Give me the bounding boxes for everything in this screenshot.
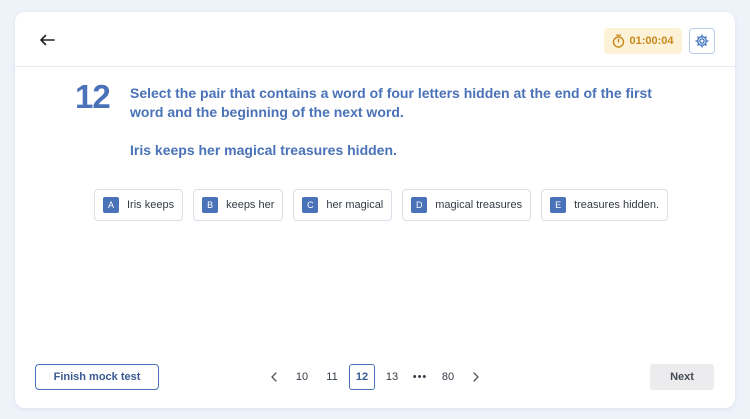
question-number: 12 — [75, 78, 111, 115]
page-80-button[interactable]: 80 — [435, 364, 461, 390]
answer-options: A Iris keeps B keeps her C her magical D… — [94, 189, 669, 221]
option-label: Iris keeps — [127, 199, 175, 211]
arrow-left-icon — [40, 34, 55, 46]
option-letter-badge: B — [202, 197, 219, 213]
option-e[interactable]: E treasures hidden. — [541, 189, 669, 221]
timer-value: 01:00:04 — [629, 35, 674, 47]
option-letter-badge: A — [103, 197, 119, 213]
option-letter-badge: C — [302, 197, 319, 213]
option-d[interactable]: D magical treasures — [402, 189, 532, 221]
timer-badge: 01:00:04 — [604, 28, 682, 54]
option-letter-badge: D — [411, 197, 428, 213]
pagination: 10 11 12 13 ••• 80 — [263, 364, 487, 390]
settings-button[interactable] — [689, 28, 715, 54]
option-label: her magical — [326, 199, 384, 211]
next-page-arrow-button[interactable] — [465, 364, 487, 390]
option-letter-badge: E — [550, 197, 567, 213]
page-13-button[interactable]: 13 — [379, 364, 405, 390]
page-10-button[interactable]: 10 — [289, 364, 315, 390]
pagination-ellipsis: ••• — [412, 371, 428, 383]
option-label: treasures hidden. — [574, 199, 660, 211]
finish-mock-test-button[interactable]: Finish mock test — [35, 364, 159, 390]
chevron-right-icon — [473, 372, 479, 382]
gear-icon — [695, 34, 709, 48]
header-bar: 01:00:04 — [15, 12, 735, 67]
option-label: keeps her — [226, 199, 275, 211]
question-card: 01:00:04 12 Select the pair that contain… — [15, 12, 735, 408]
chevron-left-icon — [271, 372, 277, 382]
option-c[interactable]: C her magical — [293, 189, 393, 221]
question-sentence: Iris keeps her magical treasures hidden. — [130, 142, 397, 158]
page-11-button[interactable]: 11 — [319, 364, 345, 390]
prev-page-button[interactable] — [263, 364, 285, 390]
stopwatch-icon — [613, 34, 625, 48]
option-label: magical treasures — [435, 199, 523, 211]
option-a[interactable]: A Iris keeps — [94, 189, 184, 221]
next-button[interactable]: Next — [650, 364, 714, 390]
question-text: Select the pair that contains a word of … — [130, 85, 652, 120]
option-b[interactable]: B keeps her — [193, 189, 284, 221]
back-button[interactable] — [37, 30, 57, 50]
page-12-button-current[interactable]: 12 — [349, 364, 375, 390]
